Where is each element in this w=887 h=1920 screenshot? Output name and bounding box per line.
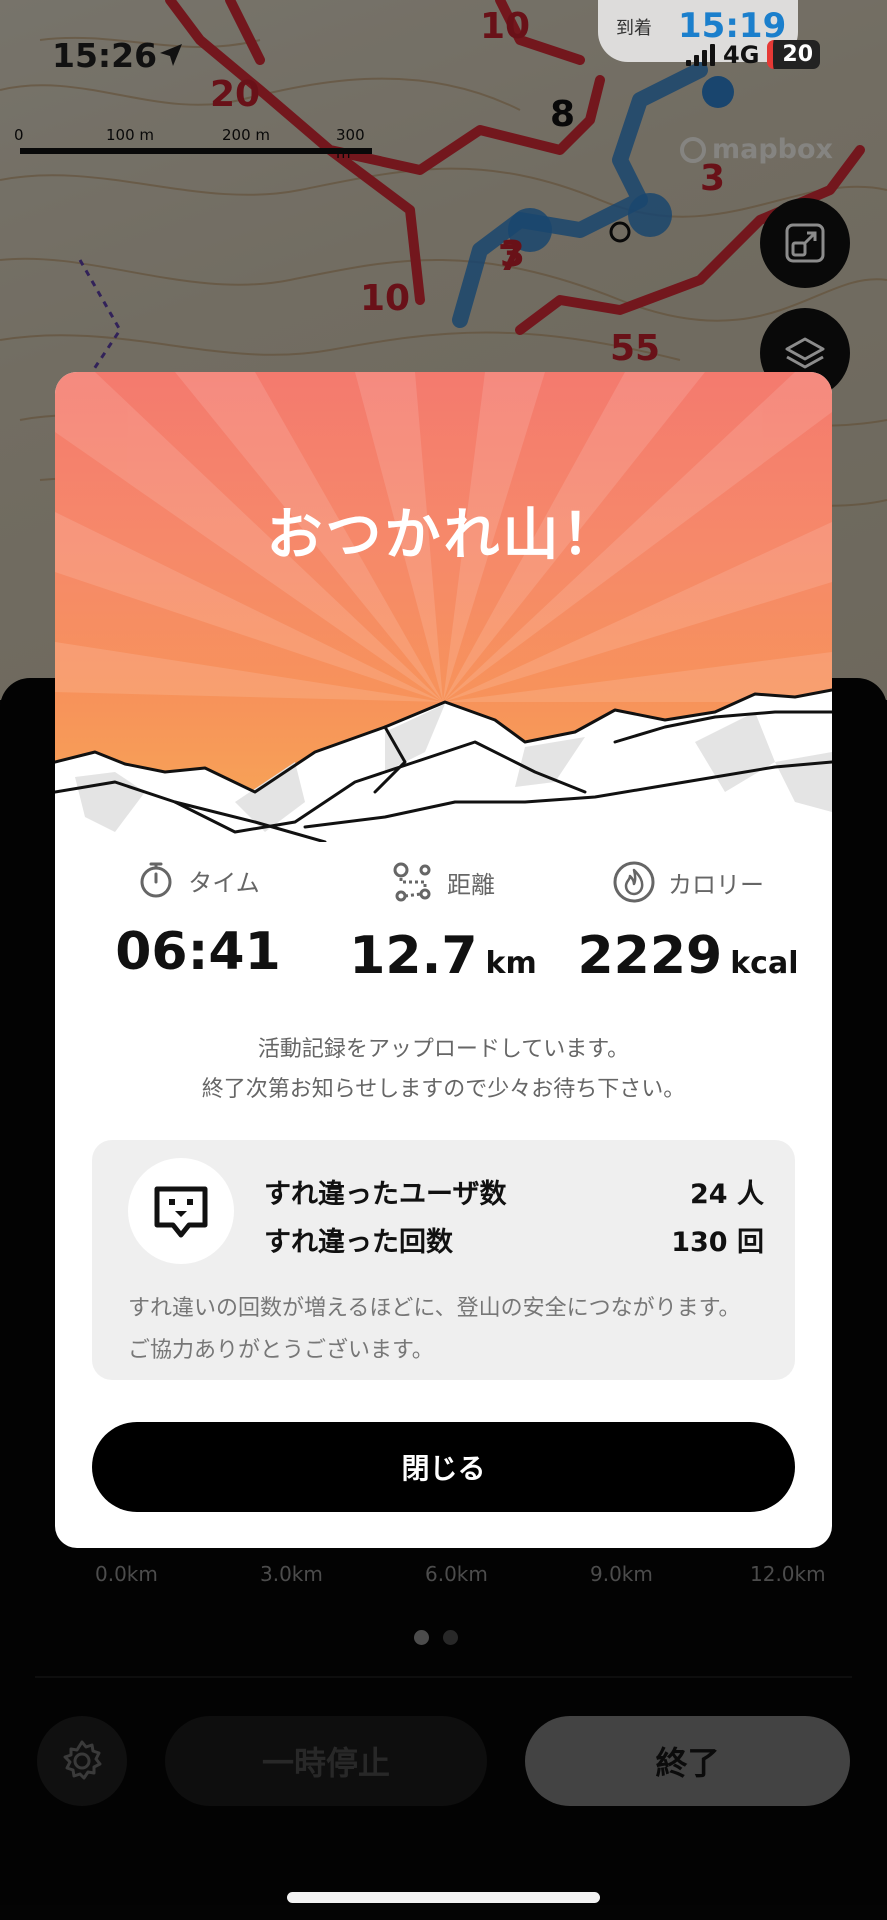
network-type: 4G	[723, 40, 760, 69]
flame-icon	[613, 861, 655, 903]
stat-time-label: タイム	[188, 868, 260, 897]
stat-calories-unit: kcal	[730, 946, 799, 981]
passing-note: すれ違いの回数が増えるほどに、登山の安全につながります。ご協力ありがとうございま…	[128, 1296, 741, 1363]
passing-users-label: すれ違ったユーザ数	[264, 1179, 507, 1210]
summit-modal: おつかれ山！ タイム 06:41 距離 12.7 km カロリー 2229 kc…	[55, 372, 832, 1548]
stopwatch-icon	[140, 862, 172, 898]
home-indicator[interactable]	[287, 1892, 600, 1903]
stat-time-value: 06:41	[78, 922, 318, 982]
stat-distance-label: 距離	[447, 870, 495, 899]
passing-count-row: すれ違った回数 130 回	[264, 1220, 764, 1259]
stat-time-header: タイム	[78, 860, 318, 900]
location-arrow-icon	[160, 44, 182, 66]
stat-calories-value: 2229 kcal	[568, 926, 808, 986]
status-right: 4G 20	[686, 40, 821, 69]
stat-calories-label: カロリー	[668, 870, 764, 899]
mountain-illustration	[55, 688, 832, 842]
stat-calories-header: カロリー	[568, 860, 808, 904]
passing-count-label: すれ違った回数	[264, 1227, 453, 1258]
status-time: 15:26	[52, 36, 158, 75]
battery-icon: 20	[767, 40, 821, 69]
upload-line-2: 終了次第お知らせしますので少々お待ち下さい。	[201, 1077, 686, 1102]
stat-distance: 距離 12.7 km	[323, 860, 563, 986]
upload-line-1: 活動記録をアップロードしています。	[257, 1037, 630, 1062]
passing-users-value: 24 人	[690, 1179, 764, 1210]
passing-icon-circle	[128, 1158, 234, 1264]
modal-title: おつかれ山！	[266, 503, 621, 568]
passing-users-row: すれ違ったユーザ数 24 人	[264, 1172, 764, 1211]
passing-face-icon	[154, 1186, 208, 1238]
route-icon	[393, 862, 431, 902]
stat-calories-number: 2229	[577, 926, 723, 986]
upload-message: 活動記録をアップロードしています。 終了次第お知らせしますので少々お待ち下さい。	[55, 1030, 832, 1110]
stat-distance-header: 距離	[323, 860, 563, 904]
close-button[interactable]: 閉じる	[92, 1422, 795, 1512]
stat-distance-value: 12.7 km	[323, 926, 563, 986]
signal-icon	[686, 43, 715, 66]
status-bar: 15:26 4G 20	[0, 0, 887, 110]
stat-time-number: 06:41	[115, 922, 281, 982]
stat-calories: カロリー 2229 kcal	[568, 860, 808, 986]
stat-distance-unit: km	[485, 946, 537, 981]
passing-stats-box: すれ違ったユーザ数 24 人 すれ違った回数 130 回 すれ違いの回数が増える…	[92, 1140, 795, 1380]
passing-count-value: 130 回	[671, 1227, 764, 1258]
stat-time: タイム 06:41	[78, 860, 318, 982]
stat-distance-number: 12.7	[349, 926, 478, 986]
